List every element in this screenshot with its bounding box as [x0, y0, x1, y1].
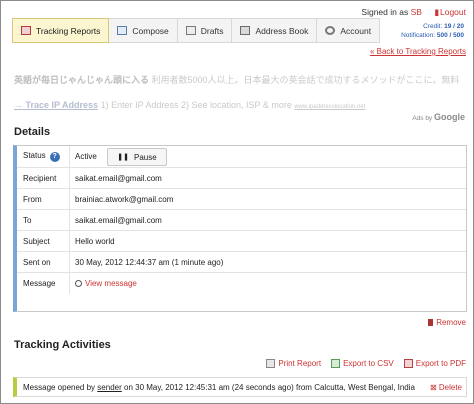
signed-in-user[interactable]: SB	[411, 7, 422, 17]
subject-value: Hello world	[75, 236, 115, 246]
to-label: To	[23, 215, 32, 225]
eye-icon	[75, 280, 82, 288]
notification-value: 500 / 500	[436, 32, 464, 39]
credits-box: Credit: 19 / 20 Notification: 500 / 500	[401, 22, 464, 40]
activity-message: Message opened by sender on 30 May, 2012…	[23, 383, 415, 392]
to-value: saikat.email@gmail.com	[75, 215, 162, 225]
recipient-label: Recipient	[23, 173, 57, 183]
view-message-link[interactable]: View message	[75, 279, 137, 288]
ad-line-1[interactable]: 英語が毎日じゃんじゃん頭に入る 利用者数5000人以上。日本最大の英会話で成功す…	[14, 73, 466, 86]
google-logo: Google	[434, 112, 465, 122]
tab-tracking-reports[interactable]: Tracking Reports	[12, 18, 110, 43]
pause-icon: ❚❚	[117, 154, 130, 161]
tracking-activities-heading: Tracking Activities	[14, 339, 111, 351]
tab-account[interactable]: Account	[317, 18, 381, 43]
export-pdf-link[interactable]: Export to PDF	[403, 359, 466, 368]
ad-1-title[interactable]: 英語が毎日じゃんじゃん頭に入る	[14, 75, 149, 85]
ad-2-url[interactable]: www.ipaddresslocation.net	[294, 104, 365, 110]
back-to-tracking-reports-link[interactable]: « Back to Tracking Reports	[370, 47, 466, 56]
activity-suffix: on 30 May, 2012 12:45:31 am (24 seconds …	[124, 382, 415, 392]
export-actions: Print Report Export to CSV Export to PDF	[266, 359, 466, 368]
tab-label: Compose	[132, 25, 169, 36]
ad-2-text: 1) Enter IP Address 2) See location, ISP…	[100, 100, 292, 110]
tab-compose[interactable]: Compose	[109, 18, 178, 43]
pdf-icon	[403, 359, 413, 368]
subject-label: Subject	[23, 236, 50, 246]
view-message-label: View message	[85, 279, 137, 288]
activity-prefix: Message opened by	[23, 382, 96, 392]
message-label: Message	[23, 279, 56, 288]
logout-label: Logout	[440, 7, 466, 17]
tab-label: Account	[340, 25, 372, 36]
csv-icon	[331, 359, 341, 368]
ads-by-google[interactable]: Ads by Google	[412, 112, 465, 122]
signed-in-label: Signed in as	[361, 7, 409, 17]
delete-activity-link[interactable]: ⊠ Delete	[430, 383, 462, 392]
pause-label: Pause	[134, 152, 157, 162]
tab-address-book[interactable]: Address Book	[232, 18, 318, 43]
logout-link[interactable]: ▮Logout	[434, 7, 466, 17]
from-value: brainiac.atwork@gmail.com	[75, 194, 174, 204]
print-report-link[interactable]: Print Report	[266, 359, 321, 368]
credit-label: Credit:	[423, 23, 443, 30]
logout-icon: ▮	[434, 7, 439, 17]
credit-value: 19 / 20	[444, 23, 464, 30]
status-label-wrap: Status?	[23, 151, 60, 162]
details-table: Status? Active ❚❚ Pause Recipient saikat…	[13, 145, 467, 312]
main-tabs: Tracking Reports Compose Drafts Address …	[12, 18, 381, 43]
tab-label: Drafts	[200, 25, 224, 36]
from-label: From	[23, 194, 42, 204]
sent-on-value: 30 May, 2012 12:44:37 am (1 minute ago)	[75, 257, 224, 267]
activity-row: Message opened by sender on 30 May, 2012…	[13, 377, 467, 397]
to-row: To saikat.email@gmail.com	[17, 210, 466, 231]
tab-label: Address Book	[255, 25, 309, 36]
ad-2-title[interactable]: → Trace IP Address	[14, 100, 98, 110]
delete-label: Delete	[438, 382, 462, 392]
notification-label: Notification:	[401, 32, 436, 39]
print-report-label: Print Report	[278, 359, 322, 368]
report-icon	[21, 26, 31, 35]
activity-sender-link[interactable]: sender	[97, 383, 121, 392]
sent-on-label: Sent on	[23, 257, 51, 267]
subject-row: Subject Hello world	[17, 231, 466, 252]
printer-icon	[266, 359, 276, 368]
delete-icon: ⊠	[429, 382, 439, 392]
status-label: Status	[23, 151, 46, 160]
status-value: Active	[75, 152, 97, 161]
tab-label: Tracking Reports	[36, 25, 101, 36]
recipient-value: saikat.email@gmail.com	[75, 173, 162, 183]
sent-on-row: Sent on 30 May, 2012 12:44:37 am (1 minu…	[17, 252, 466, 273]
export-csv-link[interactable]: Export to CSV	[331, 359, 394, 368]
ad-line-2[interactable]: → Trace IP Address 1) Enter IP Address 2…	[14, 100, 365, 110]
recipient-row: Recipient saikat.email@gmail.com	[17, 168, 466, 189]
ads-by-label: Ads by	[412, 115, 433, 122]
tab-drafts[interactable]: Drafts	[177, 18, 233, 43]
ad-1-text: 利用者数5000人以上。日本最大の英会話で成功するメソッドがここに。無料	[151, 75, 460, 85]
pause-button[interactable]: ❚❚ Pause	[107, 148, 167, 166]
details-heading: Details	[14, 126, 51, 138]
signed-in-bar: Signed in as SB ▮Logout	[361, 7, 466, 18]
gear-icon	[325, 26, 336, 35]
remove-link[interactable]: Remove	[428, 318, 466, 327]
address-book-icon	[240, 26, 251, 35]
export-csv-label: Export to CSV	[343, 359, 394, 368]
drafts-icon	[185, 26, 196, 35]
message-row: Message View message	[17, 273, 466, 294]
from-row: From brainiac.atwork@gmail.com	[17, 189, 466, 210]
status-row: Status? Active ❚❚ Pause	[17, 146, 466, 168]
export-pdf-label: Export to PDF	[415, 359, 466, 368]
compose-icon	[117, 26, 128, 35]
trash-icon	[428, 319, 434, 327]
help-icon[interactable]: ?	[49, 152, 60, 162]
remove-label: Remove	[436, 318, 466, 327]
